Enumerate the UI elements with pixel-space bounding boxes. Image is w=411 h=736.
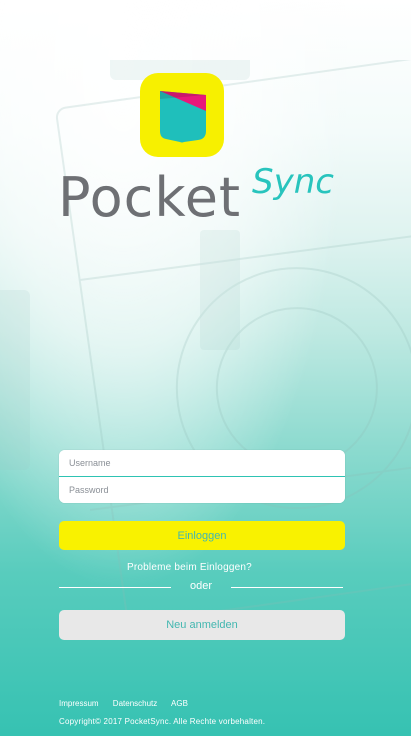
or-separator: oder (59, 579, 345, 595)
login-button[interactable]: Einloggen (59, 521, 345, 550)
register-button[interactable]: Neu anmelden (59, 610, 345, 640)
footer-link-datenschutz[interactable]: Datenschutz (113, 699, 157, 708)
copyright-text: Copyright© 2017 PocketSync. Alle Rechte … (59, 717, 266, 726)
footer-link-impressum[interactable]: Impressum (59, 699, 99, 708)
login-problems-link[interactable]: Probleme beim Einloggen? (127, 562, 252, 573)
separator-line-right (231, 587, 343, 588)
footer-link-agb[interactable]: AGB (171, 699, 188, 708)
login-form (59, 450, 345, 503)
app-logo (140, 73, 224, 157)
brand-name-secondary: Sync (252, 162, 334, 202)
username-input[interactable] (59, 450, 345, 476)
footer-links: Impressum Datenschutz AGB (59, 699, 200, 711)
pocket-icon (160, 91, 206, 143)
brand-wordmark: Pocket Sync (0, 162, 411, 229)
or-label: oder (189, 580, 213, 592)
password-input[interactable] (59, 477, 345, 503)
separator-line-left (59, 587, 171, 588)
brand-name-primary: Pocket (58, 166, 242, 229)
